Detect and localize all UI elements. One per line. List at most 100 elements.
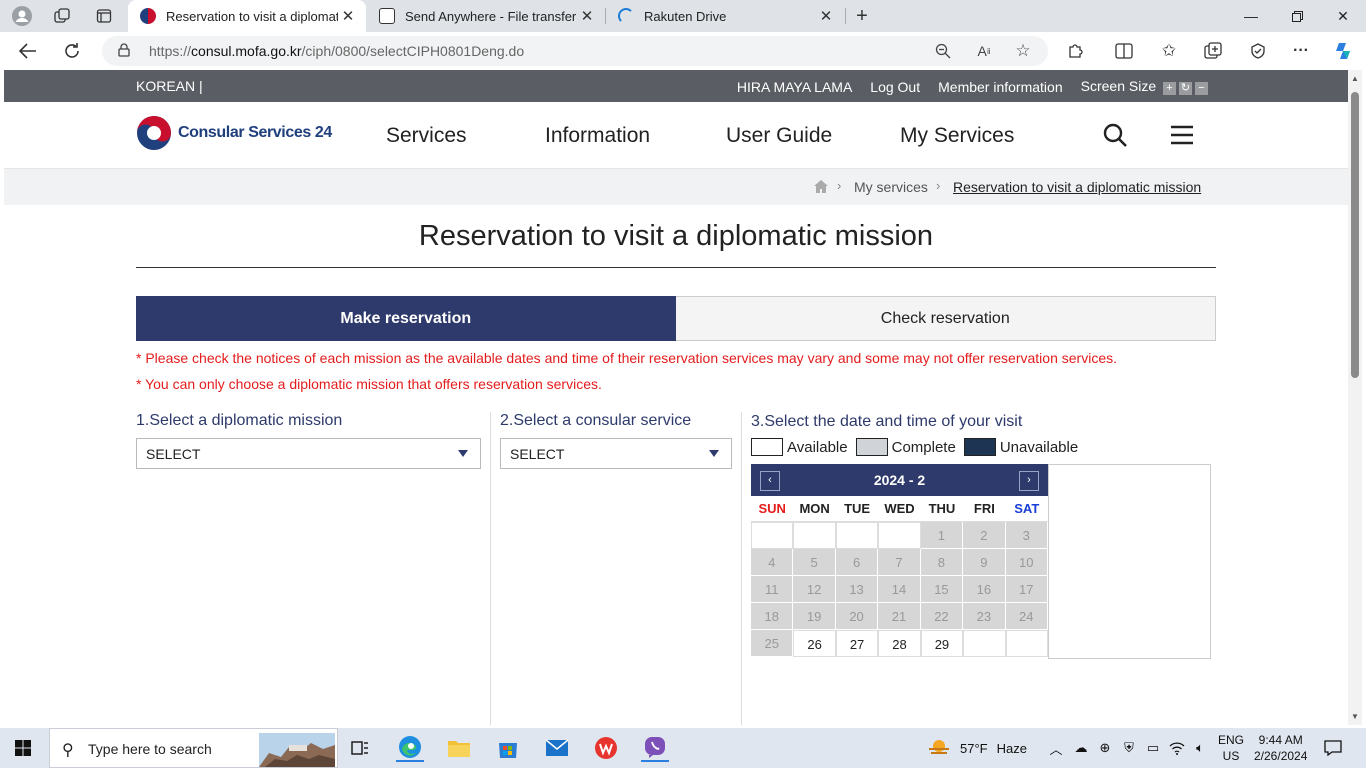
calendar-day[interactable]: 28 <box>878 630 921 657</box>
tab-make-reservation[interactable]: Make reservation <box>136 296 676 341</box>
site-logo[interactable]: Consular Services 24 <box>136 115 332 151</box>
workspaces-icon[interactable] <box>52 6 72 26</box>
taskbar-search-box[interactable]: ⚲ Type here to search <box>49 728 338 768</box>
next-month-button[interactable]: › <box>1019 471 1039 491</box>
network-status-icon[interactable]: ⊕ <box>1096 739 1114 757</box>
wifi-icon[interactable] <box>1168 739 1186 757</box>
extensions-icon[interactable] <box>1066 41 1086 61</box>
tab-actions-icon[interactable] <box>94 6 114 26</box>
breadcrumb-my-services[interactable]: My services <box>854 179 928 195</box>
tab-title: Rakuten Drive <box>644 8 727 24</box>
page-scrollbar[interactable]: ▲ ▼ <box>1348 70 1362 725</box>
clock-date: 2/26/2024 <box>1254 749 1308 763</box>
profile-icon[interactable] <box>12 6 32 26</box>
close-icon[interactable]: ✕ <box>577 7 597 25</box>
step1-title: 1.Select a diplomatic mission <box>136 412 343 429</box>
wps-office-icon[interactable] <box>592 734 620 762</box>
breadcrumb: › My services › Reservation to visit a d… <box>4 169 1348 205</box>
prev-month-button[interactable]: ‹ <box>760 471 780 491</box>
task-view-icon[interactable] <box>346 734 374 762</box>
scroll-up-icon[interactable]: ▲ <box>1351 74 1359 83</box>
calendar-day: 10 <box>1005 549 1048 576</box>
favorites-icon[interactable]: ✩ <box>1159 41 1179 61</box>
mission-select-value: SELECT <box>146 446 201 462</box>
mail-icon[interactable] <box>543 734 571 762</box>
onedrive-cloud-icon[interactable]: ☁ <box>1072 739 1090 757</box>
lock-icon[interactable] <box>118 43 130 57</box>
nav-information[interactable]: Information <box>545 124 650 148</box>
favorite-star-icon[interactable]: ☆ <box>1014 41 1032 60</box>
tab-check-reservation[interactable]: Check reservation <box>675 296 1216 341</box>
calendar-day[interactable]: 26 <box>793 630 836 657</box>
edge-app-icon[interactable] <box>396 734 424 762</box>
refresh-icon[interactable] <box>60 40 84 62</box>
size-reset-button[interactable]: ↻ <box>1179 82 1192 95</box>
divider <box>136 267 1216 268</box>
legend-swatch-complete <box>855 438 888 456</box>
hamburger-menu-icon[interactable] <box>1169 122 1195 148</box>
tab-rakuten-drive[interactable]: Rakuten Drive ✕ <box>606 0 844 32</box>
more-menu-icon[interactable]: ··· <box>1291 41 1311 61</box>
logout-link[interactable]: Log Out <box>870 79 920 95</box>
consular-service-select[interactable]: SELECT <box>500 438 732 469</box>
legend-label: Unavailable <box>999 438 1079 456</box>
weekday-header: SAT <box>1005 496 1048 522</box>
legend-label: Complete <box>891 438 956 456</box>
close-icon[interactable]: ✕ <box>816 7 836 25</box>
user-name: HIRA MAYA LAMA <box>736 78 853 95</box>
home-icon[interactable] <box>814 180 828 193</box>
nav-my-services[interactable]: My Services <box>900 124 1014 148</box>
nav-user-guide[interactable]: User Guide <box>726 124 832 148</box>
language-link[interactable]: KOREAN <box>136 78 195 94</box>
minimize-icon[interactable]: — <box>1228 0 1274 32</box>
page-title: Reservation to visit a diplomatic missio… <box>418 220 934 252</box>
security-icon[interactable]: ⛨ <box>1120 739 1138 757</box>
calendar-day[interactable]: 29 <box>920 630 964 657</box>
viber-icon[interactable] <box>641 734 669 762</box>
volume-icon[interactable]: 🔈︎ <box>1191 739 1209 757</box>
restore-icon[interactable] <box>1274 0 1320 32</box>
file-explorer-icon[interactable] <box>445 734 473 762</box>
copilot-icon[interactable] <box>1333 41 1353 61</box>
calendar-day[interactable]: 27 <box>835 630 879 657</box>
collections-icon[interactable] <box>1203 41 1223 61</box>
notifications-icon[interactable] <box>1324 739 1342 757</box>
calendar-day: 24 <box>1005 603 1048 630</box>
microsoft-store-icon[interactable] <box>494 734 522 762</box>
scrollbar-thumb[interactable] <box>1351 92 1359 378</box>
weekday-header: TUE <box>835 496 879 522</box>
tab-reservation[interactable]: Reservation to visit a diplomatic missio… <box>128 0 366 32</box>
size-plus-button[interactable]: + <box>1163 82 1176 95</box>
weather-widget[interactable]: 57°F Haze <box>928 728 1027 768</box>
scroll-down-icon[interactable]: ▼ <box>1351 712 1359 721</box>
weekday-header: MON <box>793 496 836 522</box>
weather-temp: 57°F <box>960 740 988 756</box>
read-aloud-icon[interactable]: Aⅱ <box>975 42 993 60</box>
back-arrow-icon[interactable] <box>16 40 40 62</box>
size-minus-button[interactable]: − <box>1195 82 1208 95</box>
show-hidden-icons-chevron-icon[interactable]: ︿ <box>1047 739 1065 757</box>
browser-essentials-icon[interactable] <box>1248 41 1268 61</box>
windows-taskbar: ⚲ Type here to search 57°F Haze ︿ ☁ ⊕ ⛨ … <box>0 728 1366 768</box>
member-info-link[interactable]: Member information <box>938 79 1063 95</box>
battery-icon[interactable]: ▭ <box>1144 739 1162 757</box>
calendar-day: 11 <box>751 576 794 603</box>
nav-services[interactable]: Services <box>386 124 467 148</box>
close-icon[interactable]: ✕ <box>338 7 358 25</box>
search-icon[interactable] <box>1102 122 1128 148</box>
tab-send-anywhere[interactable]: Send Anywhere - File transfer ✕ <box>367 0 605 32</box>
mission-select[interactable]: SELECT <box>136 438 481 469</box>
calendar-empty-cell <box>835 522 879 549</box>
weekday-header: WED <box>878 496 921 522</box>
new-tab-icon[interactable]: + <box>852 5 872 27</box>
calendar-day: 12 <box>793 576 836 603</box>
zoom-icon[interactable] <box>934 42 952 60</box>
input-language[interactable]: ENG US <box>1218 728 1244 768</box>
windows-start-icon[interactable] <box>15 740 31 756</box>
system-clock[interactable]: 9:44 AM 2/26/2024 <box>1254 728 1307 768</box>
split-screen-icon[interactable] <box>1114 41 1134 61</box>
url-field[interactable]: https://consul.mofa.go.kr/ciph/0800/sele… <box>102 36 1048 66</box>
breadcrumb-current[interactable]: Reservation to visit a diplomatic missio… <box>953 179 1201 195</box>
calendar-day: 14 <box>878 576 921 603</box>
window-close-icon[interactable]: ✕ <box>1320 0 1366 32</box>
